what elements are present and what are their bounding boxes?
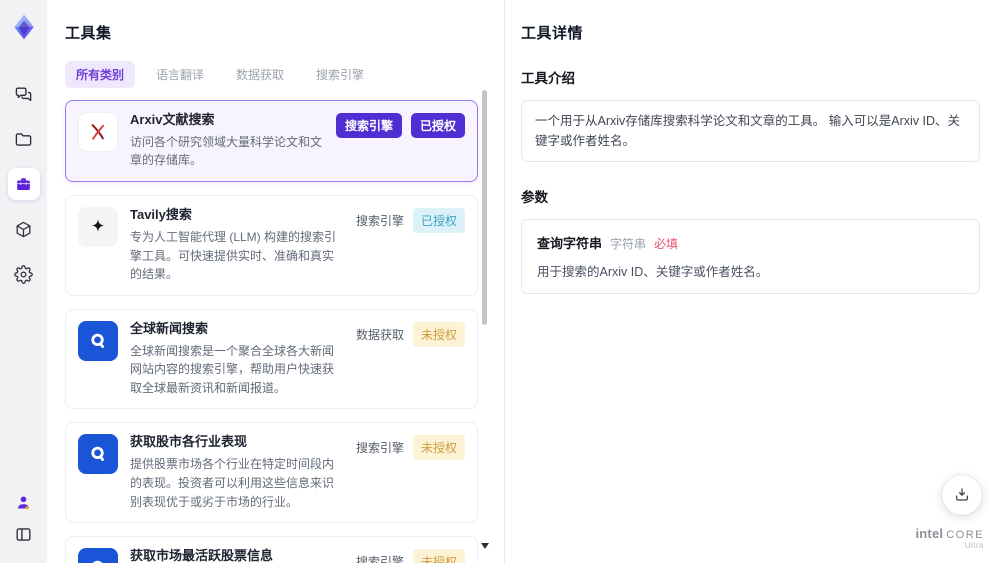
- tool-card-most-active-stocks[interactable]: 获取市场最活跃股票信息 提供当天交易量最高的股票列表。投资者可以利用这些信息来识…: [65, 536, 478, 563]
- page-title: 工具集: [65, 25, 112, 42]
- chat-icon[interactable]: [8, 78, 40, 110]
- user-avatar-icon[interactable]: [11, 489, 37, 515]
- sidebar-nav: [7, 78, 40, 290]
- tavily-star-icon: [78, 207, 118, 248]
- tool-name: 获取股市各行业表现: [130, 434, 248, 450]
- toolbox-icon[interactable]: [7, 168, 40, 200]
- tool-description: 全球新闻搜索是一个聚合全球各大新闻网站内容的搜索引擎，帮助用户快速获取全球最新资…: [130, 343, 335, 395]
- tool-card-sector-performance[interactable]: 获取股市各行业表现 提供股票市场各个行业在特定时间段内的表现。投资者可以利用这些…: [65, 422, 478, 524]
- list-scrollbar[interactable]: [482, 88, 487, 549]
- tab-language-translation[interactable]: 语言翻译: [145, 61, 215, 88]
- category-label: 数据获取: [355, 327, 404, 342]
- tool-card-list: Arxiv文献搜索 访问各个研究领域大量科学论文和文章的存储库。 搜索引擎 已授…: [65, 100, 478, 563]
- param-description: 用于搜索的Arxiv ID、关键字或作者姓名。: [537, 265, 769, 279]
- blue-search-icon: [78, 320, 118, 361]
- scrollbar-thumb[interactable]: [482, 90, 487, 325]
- brand-intel: intel: [915, 525, 944, 541]
- tool-description: 专为人工智能代理 (LLM) 构建的搜索引擎工具。可快速提供实时、准确和真实的结…: [130, 229, 337, 282]
- detail-title: 工具详情: [521, 25, 584, 42]
- brand-core: core: [946, 528, 984, 541]
- tab-data-acquisition[interactable]: 数据获取: [225, 61, 295, 88]
- brand-ultra: Ultra: [964, 541, 984, 551]
- gem-logo-icon: [9, 12, 39, 42]
- blue-search-icon: [78, 548, 118, 563]
- category-label: 搜索引擎: [355, 214, 404, 229]
- auth-status-badge[interactable]: 已授权: [410, 113, 465, 138]
- folder-icon[interactable]: [8, 123, 40, 155]
- tab-search-engine[interactable]: 搜索引擎: [305, 61, 375, 88]
- tool-name: 全球新闻搜索: [130, 320, 209, 336]
- panel-toggle-icon[interactable]: [11, 521, 37, 547]
- auth-status-badge[interactable]: 已授权: [412, 208, 465, 234]
- param-type: 字符串: [610, 237, 647, 251]
- arxiv-icon: [78, 112, 118, 152]
- category-tabs: 所有类别 语言翻译 数据获取 搜索引擎: [65, 61, 504, 88]
- tool-name: 获取市场最活跃股票信息: [130, 548, 274, 563]
- settings-gear-icon[interactable]: [8, 258, 40, 290]
- tool-name: Arxiv文献搜索: [130, 112, 215, 127]
- intro-heading: 工具介绍: [521, 71, 575, 86]
- scroll-down-arrow-icon[interactable]: [481, 543, 489, 549]
- params-heading: 参数: [521, 190, 548, 205]
- cube-icon[interactable]: [8, 213, 40, 245]
- category-badge: 搜索引擎: [335, 113, 402, 138]
- category-label: 搜索引擎: [355, 555, 404, 563]
- download-button[interactable]: [942, 475, 982, 515]
- tool-intro-text: 一个用于从Arxiv存储库搜索科学论文和文章的工具。 输入可以是Arxiv ID…: [535, 114, 961, 148]
- parameter-card: 查询字符串 字符串 必填 用于搜索的Arxiv ID、关键字或作者姓名。: [521, 219, 980, 294]
- tool-description: 访问各个研究领域大量科学论文和文章的存储库。: [130, 134, 323, 168]
- intel-core-logo: intel core Ultra: [915, 525, 984, 551]
- sidebar-bottom: [11, 489, 37, 563]
- download-icon: [953, 486, 971, 504]
- category-label: 搜索引擎: [355, 441, 404, 456]
- tool-card-tavily[interactable]: Tavily搜索 专为人工智能代理 (LLM) 构建的搜索引擎工具。可快速提供实…: [65, 195, 478, 296]
- tool-card-arxiv[interactable]: Arxiv文献搜索 访问各个研究领域大量科学论文和文章的存储库。 搜索引擎 已授…: [65, 100, 478, 183]
- tool-detail-panel: 工具详情 工具介绍 一个用于从Arxiv存储库搜索科学论文和文章的工具。 输入可…: [505, 0, 1000, 563]
- param-required-flag: 必填: [654, 237, 679, 251]
- sidebar-rail: [0, 0, 47, 563]
- blue-search-icon: [78, 434, 118, 475]
- tool-name: Tavily搜索: [130, 207, 192, 223]
- tab-all-categories[interactable]: 所有类别: [65, 61, 136, 88]
- tool-list-panel: 工具集 所有类别 语言翻译 数据获取 搜索引擎 Arxiv文献搜索 访问各个研究…: [47, 0, 504, 563]
- tool-description: 提供股票市场各个行业在特定时间段内的表现。投资者可以利用这些信息来识别表现优于或…: [130, 457, 335, 509]
- auth-status-badge[interactable]: 未授权: [412, 321, 465, 347]
- param-name: 查询字符串: [537, 236, 603, 251]
- auth-status-badge[interactable]: 未授权: [412, 549, 465, 563]
- auth-status-badge[interactable]: 未授权: [412, 435, 465, 461]
- tool-card-global-news[interactable]: 全球新闻搜索 全球新闻搜索是一个聚合全球各大新闻网站内容的搜索引擎，帮助用户快速…: [65, 308, 478, 410]
- tool-intro-box: 一个用于从Arxiv存储库搜索科学论文和文章的工具。 输入可以是Arxiv ID…: [521, 100, 980, 162]
